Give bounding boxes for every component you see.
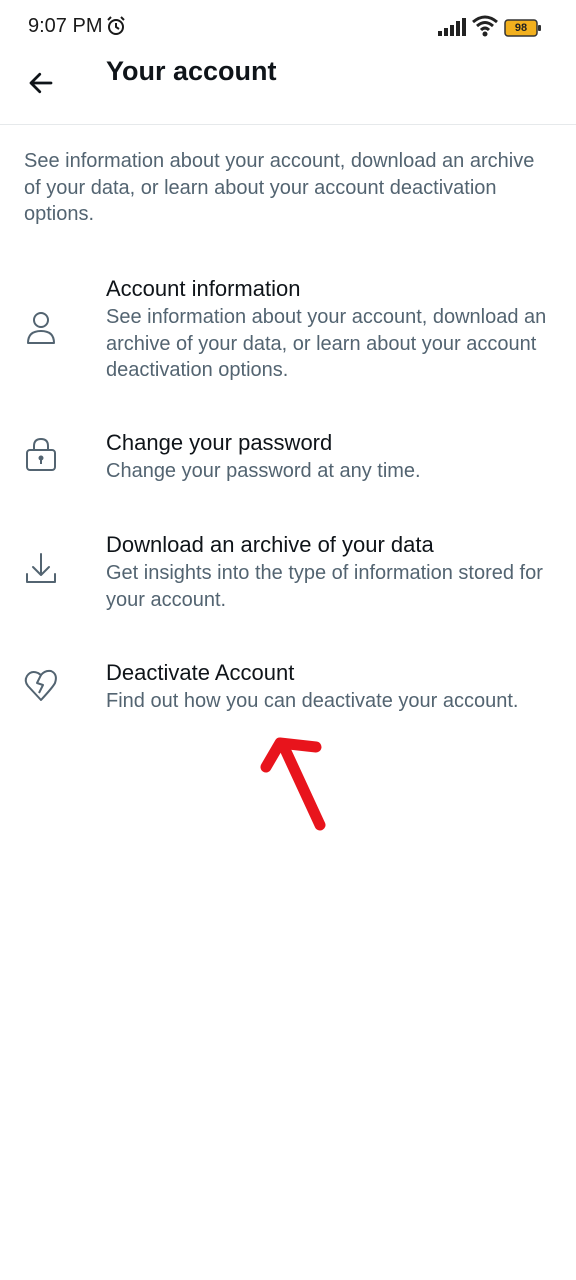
battery-level: 98 [514,22,528,34]
lock-icon [26,437,56,471]
page-title: Your account [106,56,277,86]
status-bar: 9:07 PM 98 [0,0,576,56]
arrow-left-icon [29,72,53,94]
status-time: 9:07 PM [28,15,103,37]
menu-item-account-information[interactable]: Account information See information abou… [0,276,576,386]
menu-item-deactivate-account[interactable]: Deactivate Account Find out how you can … [0,660,576,720]
broken-heart-icon [24,669,57,701]
top-app-bar: Your account [0,56,576,125]
item-title: Account information [106,276,301,301]
download-icon [26,553,56,583]
back-button[interactable] [24,66,58,100]
alarm-icon [107,16,125,35]
signal-icon [438,18,466,36]
menu-item-download-archive[interactable]: Download an archive of your data Get ins… [0,532,576,616]
intro-text: See information about your account, down… [24,150,535,225]
wifi-icon [472,15,498,37]
item-description: See information about your account, down… [106,306,547,381]
red-arrow-annotation [260,737,326,831]
item-title: Deactivate Account [106,660,295,685]
person-icon [27,312,55,344]
menu-item-change-password[interactable]: Change your password Change your passwor… [0,430,576,490]
item-description: Find out how you can deactivate your acc… [106,690,519,712]
item-title: Download an archive of your data [106,532,434,557]
item-description: Change your password at any time. [106,460,421,482]
item-title: Change your password [106,430,333,455]
item-description: Get insights into the type of informatio… [106,562,543,611]
